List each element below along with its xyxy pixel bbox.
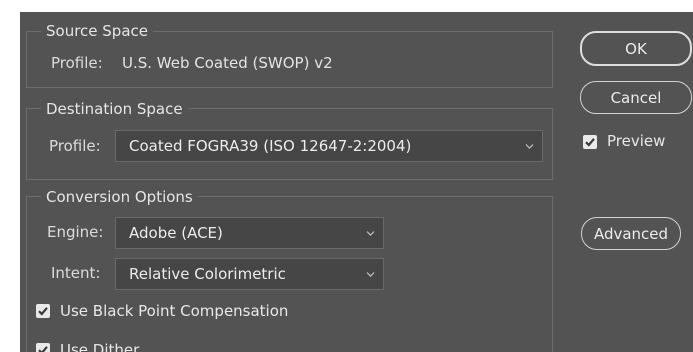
chevron-down-icon	[366, 231, 375, 236]
preview-label[interactable]: Preview	[607, 132, 665, 150]
advanced-button-label: Advanced	[593, 224, 669, 243]
source-space-title: Source Space	[41, 22, 153, 40]
engine-label: Engine:	[47, 223, 104, 241]
checkmark-icon	[38, 307, 48, 316]
cancel-button-label: Cancel	[610, 88, 662, 107]
intent-selected: Relative Colorimetric	[129, 265, 286, 283]
engine-selected: Adobe (ACE)	[129, 224, 223, 242]
checkmark-icon	[585, 138, 595, 147]
intent-select[interactable]: Relative Colorimetric	[115, 258, 384, 290]
convert-to-profile-dialog: Source Space Profile: U.S. Web Coated (S…	[20, 12, 693, 352]
conversion-options-title: Conversion Options	[41, 188, 198, 206]
black-point-label[interactable]: Use Black Point Compensation	[60, 302, 288, 320]
ok-button[interactable]: OK	[580, 31, 692, 66]
engine-select[interactable]: Adobe (ACE)	[115, 217, 384, 249]
source-profile-label: Profile:	[51, 54, 103, 72]
intent-label: Intent:	[51, 264, 101, 282]
advanced-button[interactable]: Advanced	[581, 217, 681, 250]
destination-profile-label: Profile:	[49, 137, 101, 155]
chevron-down-icon	[366, 272, 375, 277]
dither-label[interactable]: Use Dither	[60, 341, 139, 352]
destination-profile-selected: Coated FOGRA39 (ISO 12647-2:2004)	[129, 137, 412, 155]
preview-checkbox[interactable]	[583, 135, 597, 149]
dither-checkbox[interactable]	[36, 343, 50, 352]
source-profile-value: U.S. Web Coated (SWOP) v2	[122, 54, 333, 72]
cancel-button[interactable]: Cancel	[580, 81, 692, 114]
checkmark-icon	[38, 346, 48, 352]
chevron-down-icon	[525, 144, 534, 149]
ok-button-label: OK	[625, 39, 647, 58]
destination-profile-select[interactable]: Coated FOGRA39 (ISO 12647-2:2004)	[115, 130, 543, 162]
destination-space-title: Destination Space	[41, 100, 188, 118]
black-point-checkbox[interactable]	[36, 304, 50, 318]
